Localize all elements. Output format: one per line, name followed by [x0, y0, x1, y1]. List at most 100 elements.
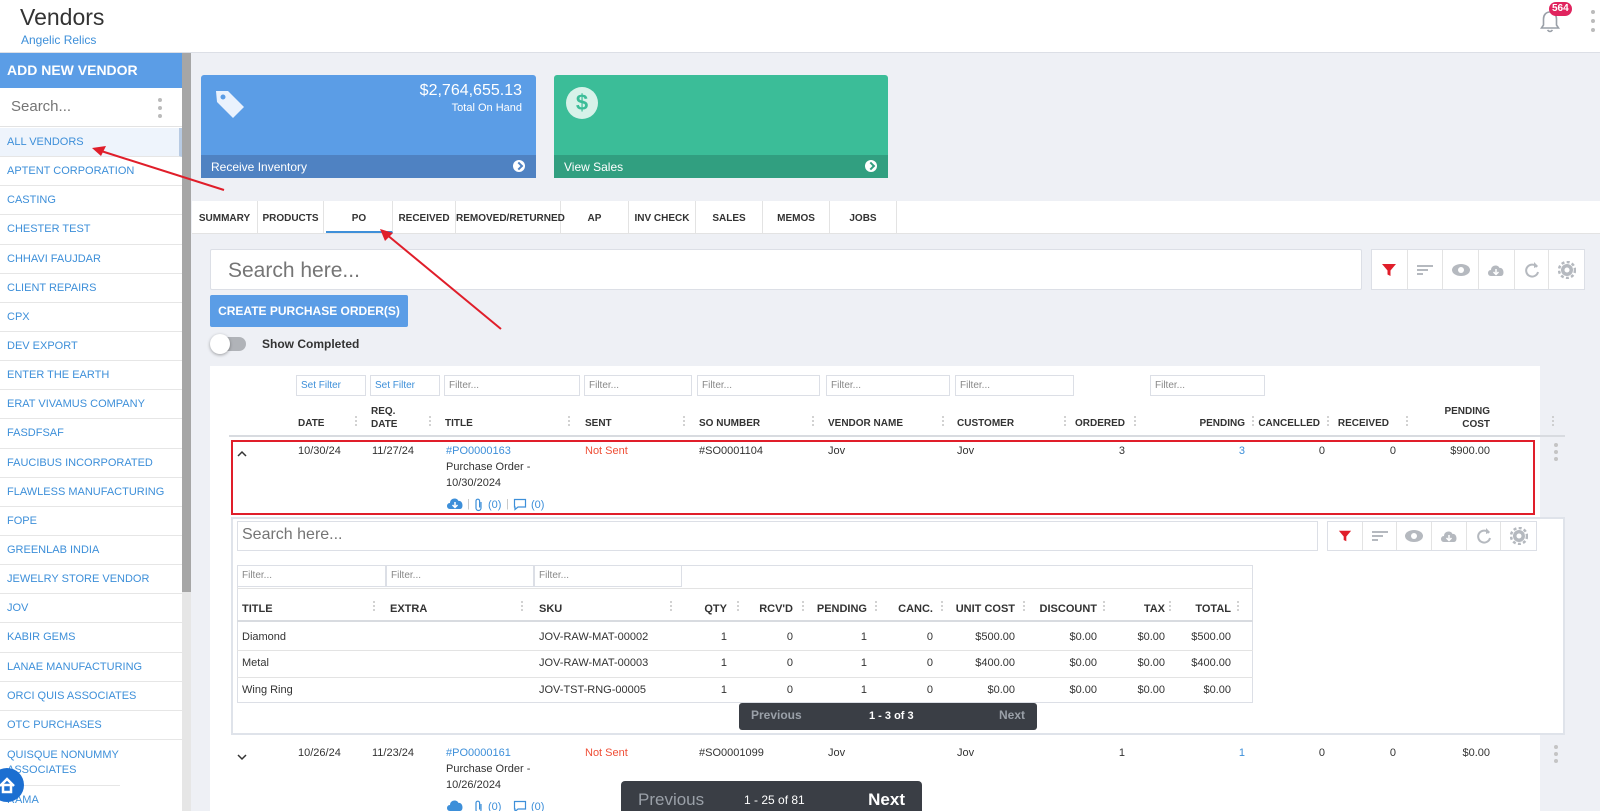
col-sent[interactable]: SENT [585, 418, 612, 429]
tab-ap[interactable]: AP [561, 201, 629, 233]
tab-inv-check[interactable]: INV CHECK [629, 201, 696, 233]
col-ordered[interactable]: ORDERED [1065, 418, 1125, 429]
column-menu-icon[interactable] [737, 601, 740, 616]
col-customer[interactable]: CUSTOMER [957, 418, 1014, 429]
row-pending[interactable]: 1 [1195, 747, 1245, 759]
vendor-item[interactable]: OTC PURCHASES [0, 711, 182, 740]
vendor-item[interactable]: CLIENT REPAIRS [0, 274, 182, 303]
column-menu-icon[interactable] [1252, 416, 1255, 431]
customer-filter[interactable]: Filter... [955, 375, 1074, 396]
tab-products[interactable]: PRODUCTS [258, 201, 324, 233]
vendor-item[interactable]: CHESTER TEST [0, 215, 182, 245]
col-title[interactable]: TITLE [445, 418, 473, 429]
vendor-item[interactable]: FASDFSAF [0, 419, 182, 449]
filter-button[interactable] [1328, 522, 1363, 550]
tab-summary[interactable]: SUMMARY [192, 201, 258, 233]
line-title-filter[interactable]: Filter... [238, 566, 386, 587]
previous-button[interactable]: Previous [638, 790, 704, 810]
po-number-link[interactable]: #PO0000161 [446, 747, 511, 759]
cloud-download-icon[interactable] [446, 799, 464, 811]
column-menu-icon[interactable] [812, 416, 815, 431]
vendor-item[interactable]: KABIR GEMS [0, 623, 182, 653]
row-actions-icon[interactable] [1554, 443, 1558, 461]
column-menu-icon[interactable] [1169, 601, 1172, 616]
vendor-item[interactable]: ENTER THE EARTH [0, 361, 182, 391]
comment-icon[interactable] [513, 800, 527, 811]
column-menu-icon[interactable] [802, 601, 805, 616]
line-col-total[interactable]: TOTAL [1170, 603, 1231, 615]
line-sku-filter[interactable]: Filter... [534, 566, 682, 587]
vendor-item[interactable]: CPX [0, 303, 182, 332]
pending-filter[interactable]: Filter... [1150, 375, 1265, 396]
sidebar-scrollbar[interactable] [182, 53, 191, 592]
more-options-icon[interactable] [1589, 10, 1597, 36]
po-search-input[interactable] [228, 259, 1128, 283]
vendor-item[interactable]: ORCI QUIS ASSOCIATES [0, 682, 182, 711]
col-received[interactable]: RECEIVED [1330, 418, 1389, 429]
view-button[interactable] [1443, 250, 1480, 289]
refresh-button[interactable] [1467, 522, 1502, 550]
chevron-down-icon[interactable] [237, 753, 247, 761]
date-filter[interactable]: Set Filter [296, 375, 366, 396]
col-date[interactable]: DATE [298, 418, 324, 429]
column-menu-icon[interactable] [521, 601, 524, 616]
company-link[interactable]: Angelic Relics [21, 33, 96, 47]
vendor-item[interactable]: RAMA [0, 786, 182, 811]
column-menu-icon[interactable] [942, 416, 945, 431]
row-actions-icon[interactable] [1554, 745, 1558, 763]
sent-filter[interactable]: Filter... [584, 375, 692, 396]
detail-search-input[interactable] [242, 526, 1142, 544]
tab-memos[interactable]: MEMOS [763, 201, 830, 233]
line-col-rcvd[interactable]: RCV'D [747, 603, 793, 615]
column-menu-icon[interactable] [1327, 416, 1330, 431]
col-cancelled[interactable]: CANCELLED [1255, 418, 1320, 429]
view-sales-link[interactable]: View Sales [554, 155, 888, 178]
vendor-item[interactable]: JOV [0, 594, 182, 624]
line-col-sku[interactable]: SKU [539, 603, 562, 615]
line-col-canc[interactable]: CANC. [885, 603, 933, 615]
column-menu-icon[interactable] [1134, 416, 1137, 431]
vendor-item[interactable]: DEV EXPORT [0, 332, 182, 362]
column-menu-icon[interactable] [1406, 416, 1409, 431]
column-menu-icon[interactable] [670, 601, 673, 616]
download-button[interactable] [1479, 250, 1515, 289]
show-completed-toggle[interactable] [210, 334, 246, 354]
receive-inventory-link[interactable]: Receive Inventory [201, 155, 536, 178]
vendor-item[interactable]: JEWELRY STORE VENDOR [0, 565, 182, 595]
column-menu-icon[interactable] [373, 601, 376, 616]
sidebar-search-input[interactable] [11, 98, 151, 115]
column-menu-icon[interactable] [568, 416, 571, 431]
vendor-item[interactable]: FLAWLESS MANUFACTURING [0, 478, 182, 507]
column-menu-icon[interactable] [875, 601, 878, 616]
column-menu-icon[interactable] [1552, 416, 1555, 431]
tab-sales[interactable]: SALES [696, 201, 763, 233]
col-so-number[interactable]: SO NUMBER [699, 418, 760, 429]
tab-po[interactable]: PO [326, 201, 393, 233]
column-menu-icon[interactable] [429, 416, 432, 431]
tab-received[interactable]: RECEIVED [393, 201, 456, 233]
column-menu-icon[interactable] [1023, 601, 1026, 616]
title-filter[interactable]: Filter... [444, 375, 580, 396]
column-menu-icon[interactable] [1103, 601, 1106, 616]
line-col-discount[interactable]: DISCOUNT [1030, 603, 1097, 615]
so-number-filter[interactable]: Filter... [697, 375, 820, 396]
view-button[interactable] [1397, 522, 1433, 550]
vendor-item[interactable]: FOPE [0, 507, 182, 536]
next-button[interactable]: Next [868, 790, 905, 810]
line-col-qty[interactable]: QTY [687, 603, 727, 615]
line-col-unit-cost[interactable]: UNIT COST [945, 603, 1015, 615]
tab-removed-returned[interactable]: REMOVED/RETURNED [456, 201, 565, 233]
vendor-item[interactable]: GREENLAB INDIA [0, 536, 182, 566]
vendor-item[interactable]: CASTING [0, 186, 182, 216]
column-menu-icon[interactable] [941, 601, 944, 616]
help-button[interactable] [0, 768, 24, 802]
col-pending[interactable]: PENDING [1185, 418, 1245, 429]
paperclip-icon[interactable] [474, 800, 484, 811]
settings-button[interactable] [1549, 250, 1584, 289]
vendor-item[interactable]: FAUCIBUS INCORPORATED [0, 449, 182, 478]
line-col-extra[interactable]: EXTRA [390, 603, 427, 615]
sort-button[interactable] [1363, 522, 1398, 550]
vendor-item[interactable]: ERAT VIVAMUS COMPANY [0, 390, 182, 420]
vendor-name-filter[interactable]: Filter... [826, 375, 950, 396]
col-pending-cost[interactable]: PENDING COST [1420, 405, 1490, 431]
